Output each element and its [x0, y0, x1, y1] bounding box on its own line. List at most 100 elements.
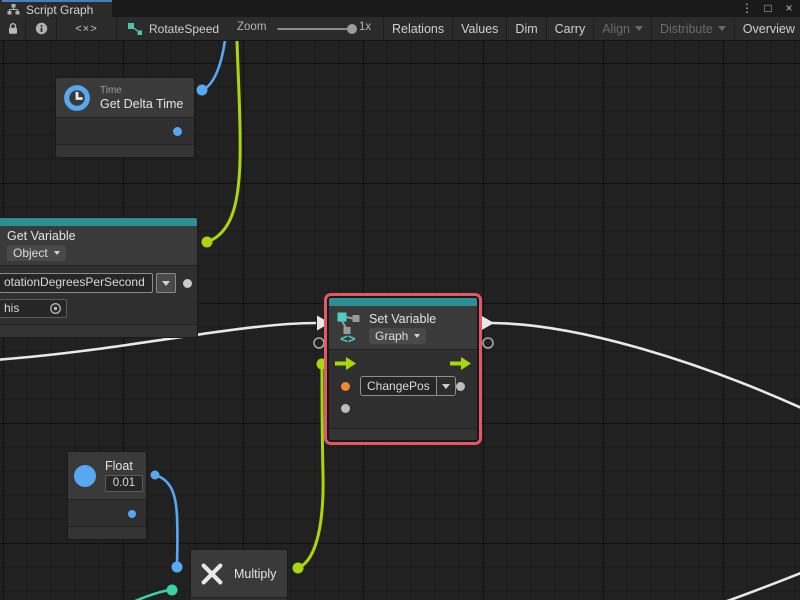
- node-float-literal[interactable]: Float 0.01: [67, 451, 147, 540]
- breadcrumb[interactable]: RotateSpeed: [127, 17, 219, 40]
- value-wire-into-multiply-b[interactable]: [110, 590, 171, 600]
- lock-button[interactable]: [0, 17, 26, 40]
- variable-name-dropdown-button[interactable]: [436, 377, 455, 395]
- node-title: Get Delta Time: [100, 97, 183, 111]
- node-get-variable[interactable]: Get Variable Object otationDegreesPerSec…: [0, 217, 198, 338]
- variable-name-input-port[interactable]: [341, 382, 350, 391]
- script-graph-asset-icon: [127, 22, 143, 36]
- value-input-port[interactable]: [341, 404, 350, 413]
- scope-label: Graph: [375, 329, 408, 343]
- zoom-label: Zoom: [237, 21, 266, 33]
- variable-scope-dropdown[interactable]: Graph: [369, 328, 426, 344]
- chevron-down-icon: [54, 251, 60, 255]
- node-title: Float: [105, 459, 133, 473]
- window-menu-icon[interactable]: ⋮: [740, 0, 754, 17]
- variable-name-combo[interactable]: ChangePos: [360, 376, 456, 396]
- scope-label: Object: [13, 246, 48, 260]
- object-picker-icon[interactable]: [49, 302, 62, 315]
- wire-endpoint-dot[interactable]: [151, 471, 160, 480]
- variable-name-value[interactable]: ChangePos: [361, 377, 436, 395]
- chevron-down-icon: [162, 281, 170, 286]
- variable-name-dropdown-button[interactable]: [156, 273, 176, 293]
- node-title: Set Variable: [369, 312, 436, 326]
- align-dropdown[interactable]: Align: [593, 17, 651, 40]
- toolbar-buttons: Relations Values Dim Carry Align Distrib…: [383, 17, 800, 40]
- node-get-delta-time[interactable]: Time Get Delta Time: [55, 77, 195, 158]
- zoom-slider[interactable]: [277, 28, 353, 30]
- value-wire-float-multiply[interactable]: [155, 475, 177, 566]
- graph-canvas[interactable]: Time Get Delta Time Get Variable Object …: [0, 41, 800, 600]
- flow-in-port-icon[interactable]: [335, 357, 356, 370]
- wire-endpoint-dot[interactable]: [197, 85, 208, 96]
- node-body: otationDegreesPerSecond his: [0, 266, 197, 324]
- float-output-port[interactable]: [128, 510, 136, 518]
- window-controls: ⋮ □ ×: [740, 0, 796, 17]
- get-variable-output-port[interactable]: [183, 279, 192, 288]
- info-button[interactable]: [26, 17, 57, 40]
- zoom-slider-knob[interactable]: [347, 24, 357, 34]
- node-title: Multiply: [234, 567, 276, 581]
- wire-endpoint-dot[interactable]: [167, 585, 178, 596]
- node-body: [56, 118, 194, 144]
- node-header: <> Set Variable Graph: [329, 306, 477, 350]
- chevron-down-icon: [718, 26, 726, 31]
- zoom-value: 1x: [359, 21, 371, 33]
- relations-button[interactable]: Relations: [383, 17, 452, 40]
- set-variable-output-port[interactable]: [456, 382, 465, 391]
- tab-bar: Script Graph ⋮ □ ×: [0, 0, 800, 17]
- wire-endpoint-dot[interactable]: [317, 359, 328, 370]
- tab-script-graph[interactable]: Script Graph: [0, 0, 112, 17]
- node-header: Float 0.01: [68, 452, 146, 500]
- lock-icon: [7, 22, 19, 35]
- unconnected-port-ring-left[interactable]: [314, 338, 324, 348]
- breadcrumb-label: RotateSpeed: [149, 22, 219, 36]
- value-wire-deltatime-up[interactable]: [202, 41, 225, 90]
- chevron-down-icon: [442, 384, 450, 389]
- wire-endpoint-dot[interactable]: [293, 563, 304, 574]
- distribute-label: Distribute: [660, 22, 713, 36]
- node-footer: [56, 144, 194, 157]
- dim-button[interactable]: Dim: [506, 17, 545, 40]
- variable-scope-dropdown[interactable]: Object: [7, 245, 66, 261]
- variable-accent-strip: [0, 218, 197, 226]
- clock-icon: [62, 83, 92, 113]
- node-set-variable[interactable]: <> Set Variable Graph: [328, 297, 478, 441]
- delta-time-output-port[interactable]: [173, 127, 182, 136]
- window-close-icon[interactable]: ×: [782, 0, 796, 17]
- node-multiply[interactable]: Multiply A A × B B: [190, 549, 288, 600]
- graph-toolbar: <×> RotateSpeed Zoom 1x Relations Values…: [0, 17, 800, 41]
- chevron-down-icon: [635, 26, 643, 31]
- wire-endpoint-dot[interactable]: [172, 562, 183, 573]
- node-footer: [0, 324, 197, 337]
- node-header: Multiply: [191, 550, 287, 598]
- align-label: Align: [602, 22, 630, 36]
- flow-wire-corner[interactable]: [716, 571, 800, 600]
- variable-name-field[interactable]: otationDegreesPerSecond: [0, 273, 153, 293]
- code-view-toggle-button[interactable]: <×>: [57, 17, 117, 40]
- overview-button[interactable]: Overview: [734, 17, 800, 40]
- target-label: his: [4, 301, 19, 315]
- value-wire-multiply-setvariable[interactable]: [298, 366, 323, 568]
- chevron-down-icon: [414, 334, 420, 338]
- flow-wire-out[interactable]: [492, 323, 800, 410]
- float-type-icon: [74, 465, 96, 487]
- node-footer: [68, 526, 146, 539]
- distribute-dropdown[interactable]: Distribute: [651, 17, 734, 40]
- wire-endpoint-dot[interactable]: [202, 237, 213, 248]
- tab-title: Script Graph: [26, 3, 93, 17]
- graph-icon: [7, 3, 20, 16]
- node-footer: [329, 428, 477, 440]
- node-body: [68, 500, 146, 526]
- info-icon: [35, 22, 48, 35]
- set-variable-icon: <>: [336, 311, 362, 345]
- values-button[interactable]: Values: [452, 17, 506, 40]
- node-body: ChangePos: [329, 350, 477, 428]
- float-value-field[interactable]: 0.01: [105, 475, 143, 492]
- carry-button[interactable]: Carry: [546, 17, 594, 40]
- unconnected-port-ring-right[interactable]: [483, 338, 493, 348]
- multiply-icon: [199, 561, 225, 587]
- target-object-field[interactable]: his: [0, 299, 67, 318]
- value-wire-getvariable-up[interactable]: [207, 41, 240, 242]
- window-maximize-icon[interactable]: □: [761, 0, 775, 17]
- flow-out-port-icon[interactable]: [450, 357, 471, 370]
